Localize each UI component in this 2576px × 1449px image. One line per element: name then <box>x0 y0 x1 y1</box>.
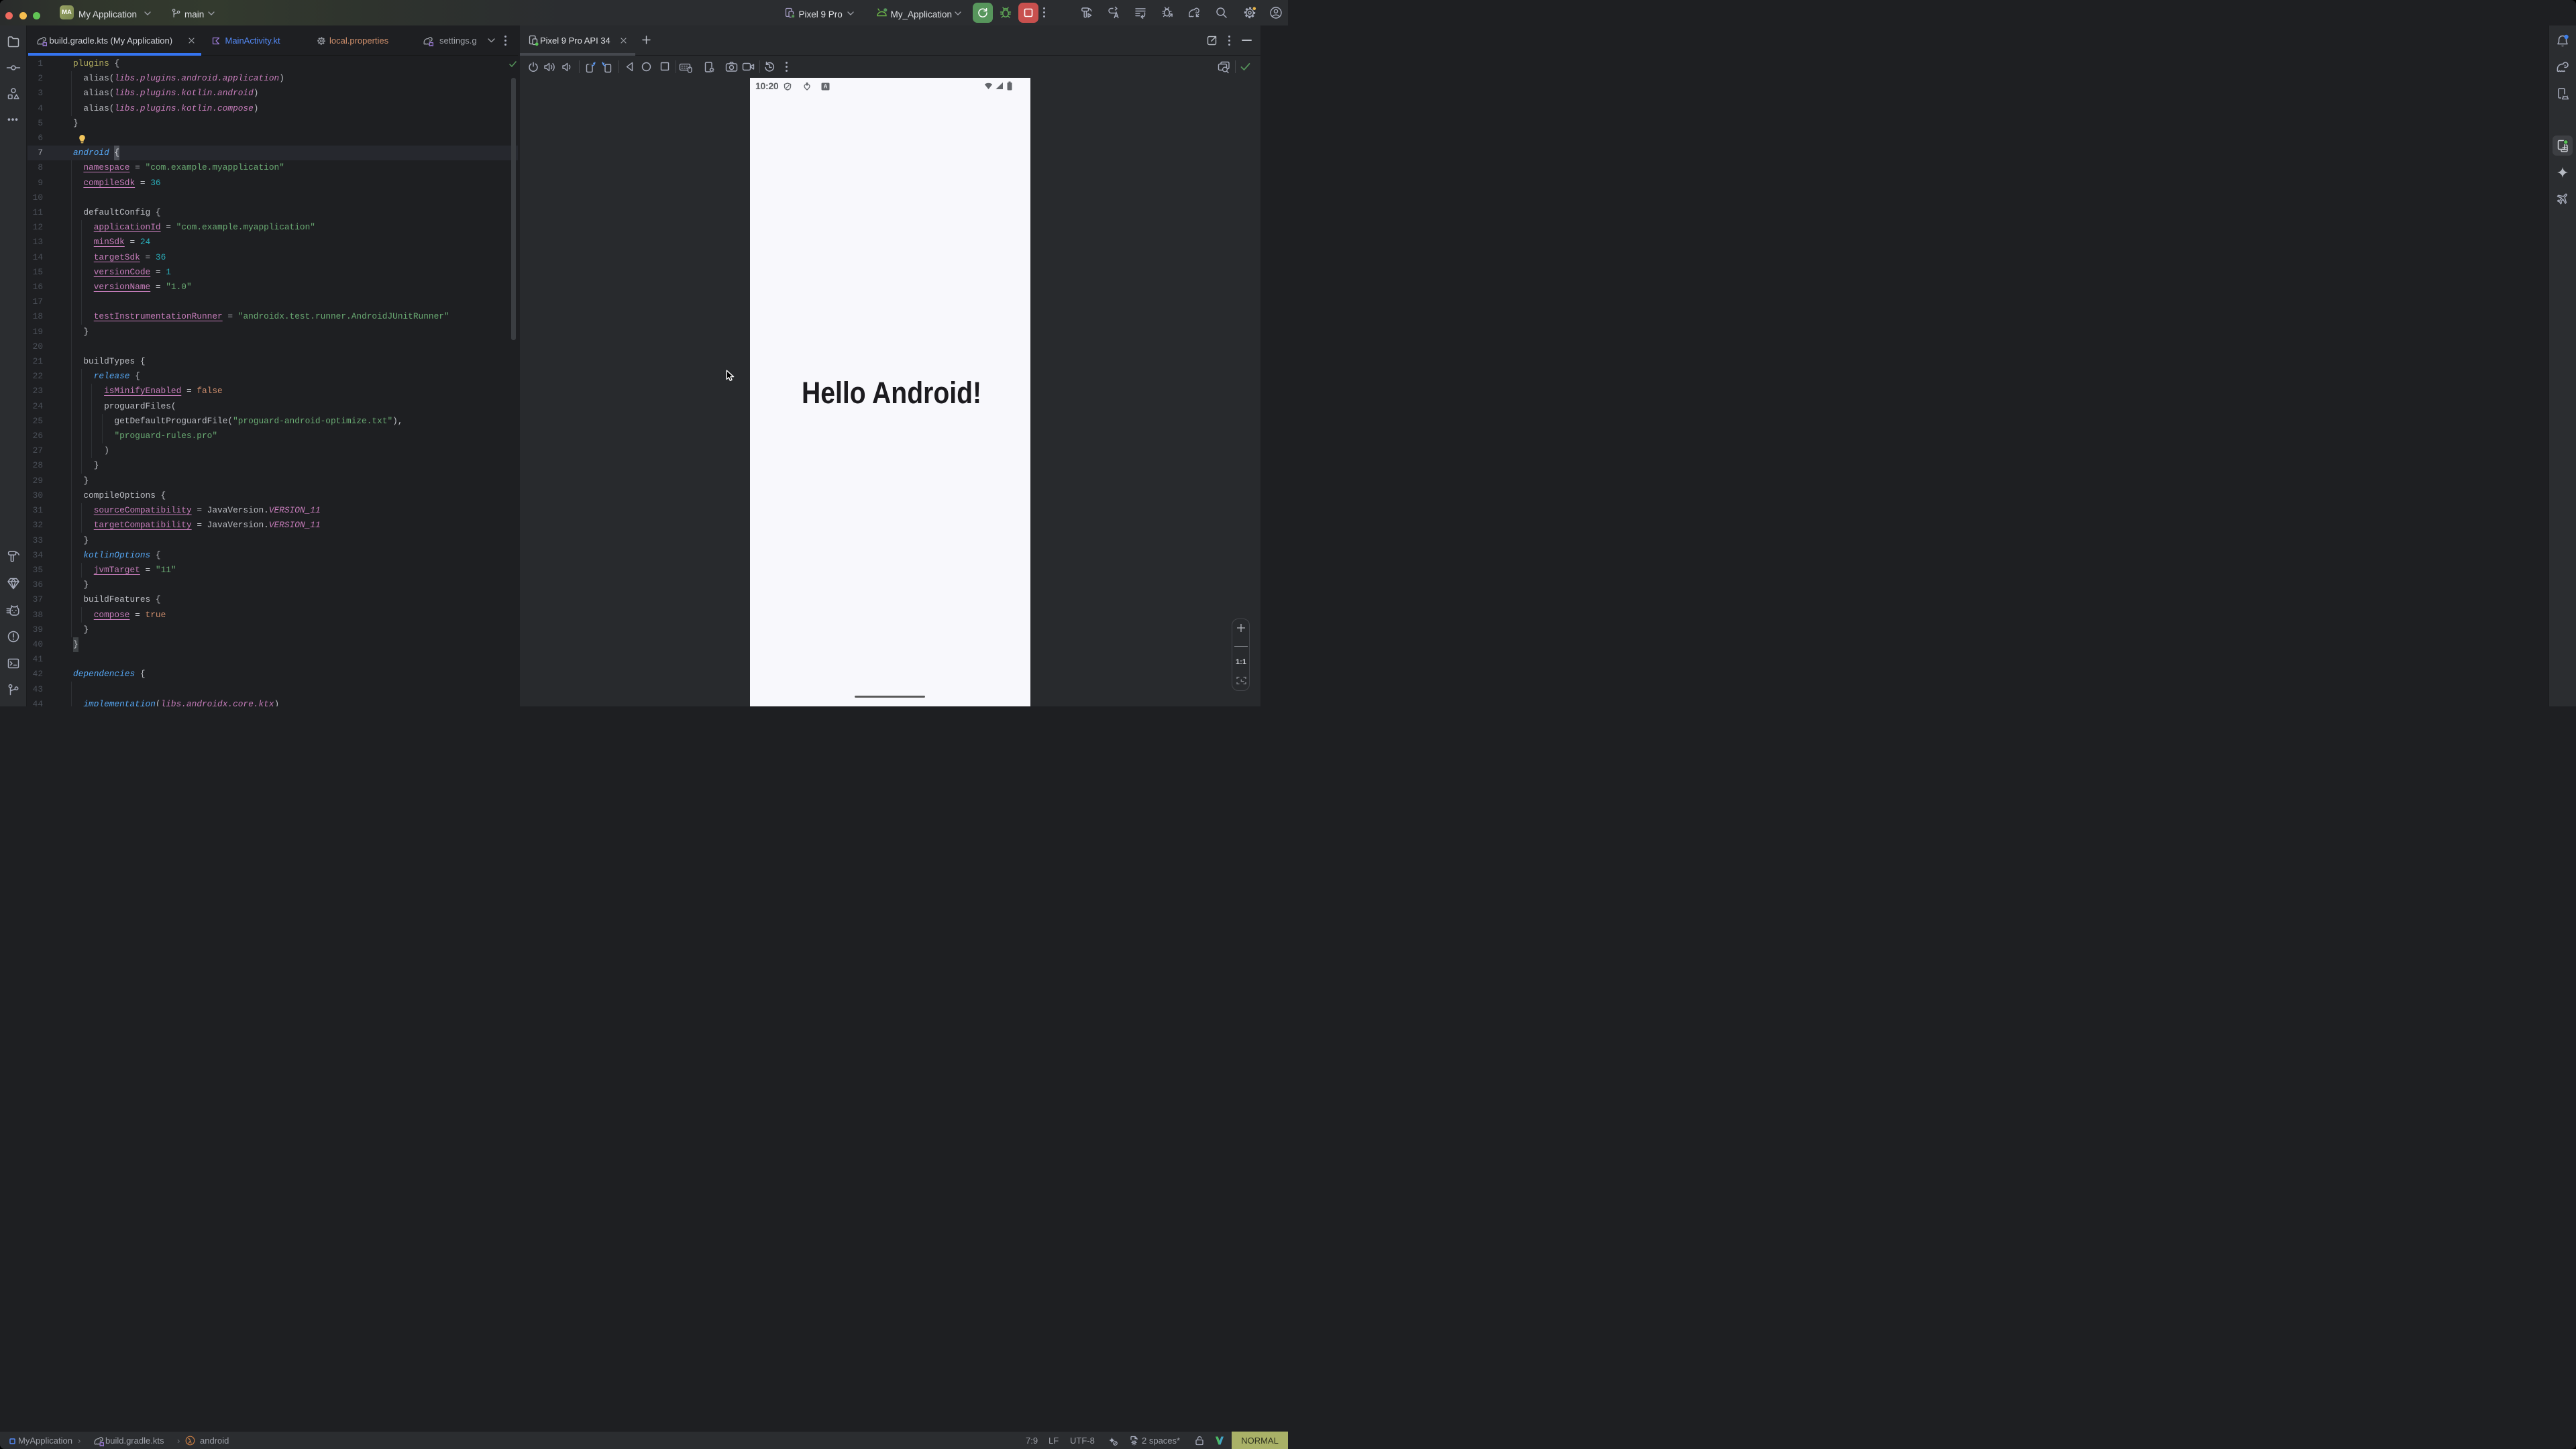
svg-text:A: A <box>823 83 827 89</box>
